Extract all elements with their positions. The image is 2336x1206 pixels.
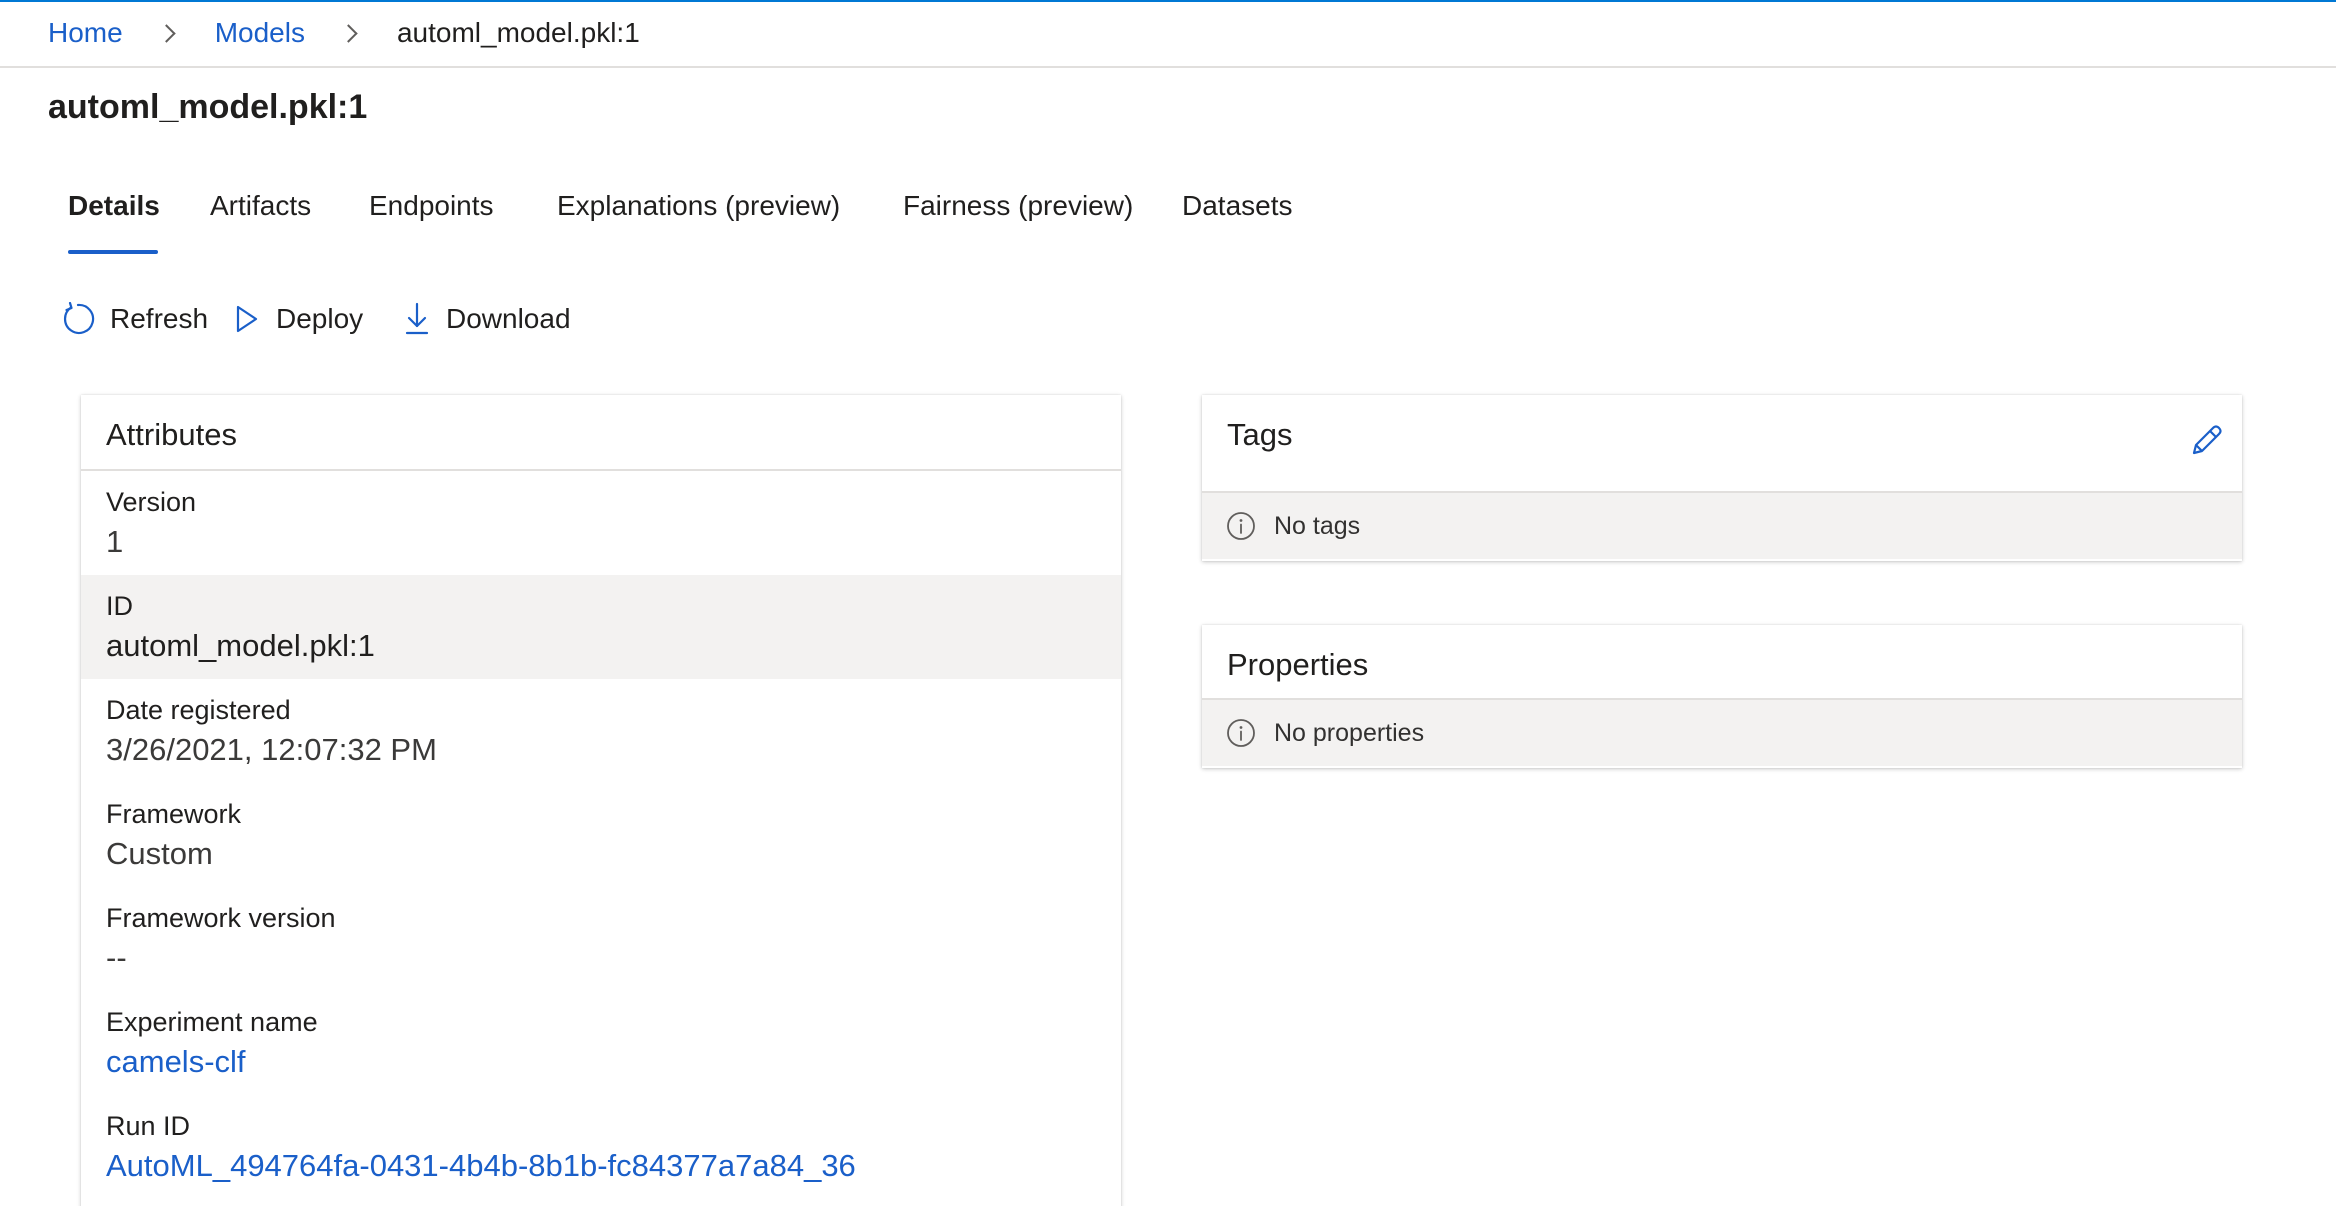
attribute-label: Framework version — [106, 903, 336, 933]
tab-label: Explanations (preview) — [557, 190, 841, 221]
tab-fairness[interactable]: Fairness (preview) — [903, 190, 1133, 256]
attribute-value: 3/26/2021, 12:07:32 PM — [106, 732, 437, 767]
properties-header: Properties — [1202, 625, 2242, 700]
download-icon — [402, 301, 432, 337]
tags-title: Tags — [1227, 417, 1293, 452]
download-button[interactable]: Download — [402, 294, 571, 344]
deploy-label: Deploy — [276, 303, 364, 334]
header-divider — [0, 66, 2336, 68]
breadcrumb-models-link[interactable]: Models — [215, 17, 305, 49]
attribute-row-experiment-name: Experiment name camels-clf — [81, 991, 1121, 1095]
run-id-link[interactable]: AutoML_494764fa-0431-4b4b-8b1b-fc84377a7… — [106, 1143, 1121, 1189]
tags-header: Tags — [1202, 395, 2242, 493]
experiment-link[interactable]: camels-clf — [106, 1039, 1121, 1085]
attribute-row-framework: Framework Custom — [81, 783, 1121, 887]
pencil-icon[interactable] — [2186, 421, 2226, 461]
chevron-right-icon — [339, 22, 361, 44]
attributes-title: Attributes — [106, 417, 237, 452]
refresh-button[interactable]: Refresh — [60, 294, 208, 344]
attribute-label: Framework — [106, 799, 242, 829]
breadcrumb-home-link[interactable]: Home — [48, 17, 123, 49]
attribute-row-framework-version: Framework version -- — [81, 887, 1121, 991]
deploy-button[interactable]: Deploy — [232, 294, 363, 344]
tags-card: Tags No tags — [1202, 395, 2242, 561]
tab-label: Datasets — [1182, 190, 1293, 221]
play-icon — [232, 301, 262, 337]
attribute-value: Custom — [106, 836, 213, 871]
info-icon — [1226, 511, 1256, 541]
attribute-row-run-id: Run ID AutoML_494764fa-0431-4b4b-8b1b-fc… — [81, 1095, 1121, 1199]
info-icon — [1226, 718, 1256, 748]
tab-details[interactable]: Details — [68, 190, 160, 256]
tab-datasets[interactable]: Datasets — [1182, 190, 1293, 256]
attribute-label: Run ID — [106, 1111, 191, 1141]
refresh-icon — [60, 301, 96, 337]
attribute-label: Date registered — [106, 695, 291, 725]
chevron-right-icon — [157, 22, 179, 44]
tab-explanations[interactable]: Explanations (preview) — [557, 190, 840, 256]
attribute-row-date-registered: Date registered 3/26/2021, 12:07:32 PM — [81, 679, 1121, 783]
download-label: Download — [446, 303, 571, 334]
attributes-header: Attributes — [81, 395, 1121, 471]
attribute-value: -- — [106, 940, 127, 975]
attributes-card: Attributes Version 1 ID automl_model.pkl… — [81, 395, 1121, 1206]
attribute-value: 1 — [106, 524, 124, 559]
attribute-row-version: Version 1 — [81, 471, 1121, 575]
refresh-label: Refresh — [110, 303, 209, 334]
tab-label: Artifacts — [210, 190, 312, 221]
tab-label: Endpoints — [369, 190, 494, 221]
attribute-label: Experiment name — [106, 1007, 318, 1037]
tab-artifacts[interactable]: Artifacts — [210, 190, 311, 256]
attribute-value: automl_model.pkl:1 — [106, 628, 375, 663]
tags-empty-text: No tags — [1274, 511, 1361, 540]
page-title: automl_model.pkl:1 — [48, 88, 368, 126]
breadcrumb: Home Models automl_model.pkl:1 — [48, 0, 640, 66]
properties-card: Properties No properties — [1202, 625, 2242, 768]
tab-endpoints[interactable]: Endpoints — [369, 190, 494, 256]
properties-empty-state: No properties — [1202, 700, 2242, 766]
breadcrumb-current: automl_model.pkl:1 — [396, 17, 640, 48]
properties-title: Properties — [1227, 647, 1369, 682]
tab-label: Details — [68, 190, 160, 221]
tab-label: Fairness (preview) — [903, 190, 1134, 221]
active-tab-indicator — [68, 250, 158, 254]
properties-empty-text: No properties — [1274, 718, 1425, 747]
attribute-label: ID — [106, 591, 133, 621]
attribute-row-id: ID automl_model.pkl:1 — [81, 575, 1121, 679]
tags-empty-state: No tags — [1202, 493, 2242, 559]
attribute-label: Version — [106, 487, 197, 517]
